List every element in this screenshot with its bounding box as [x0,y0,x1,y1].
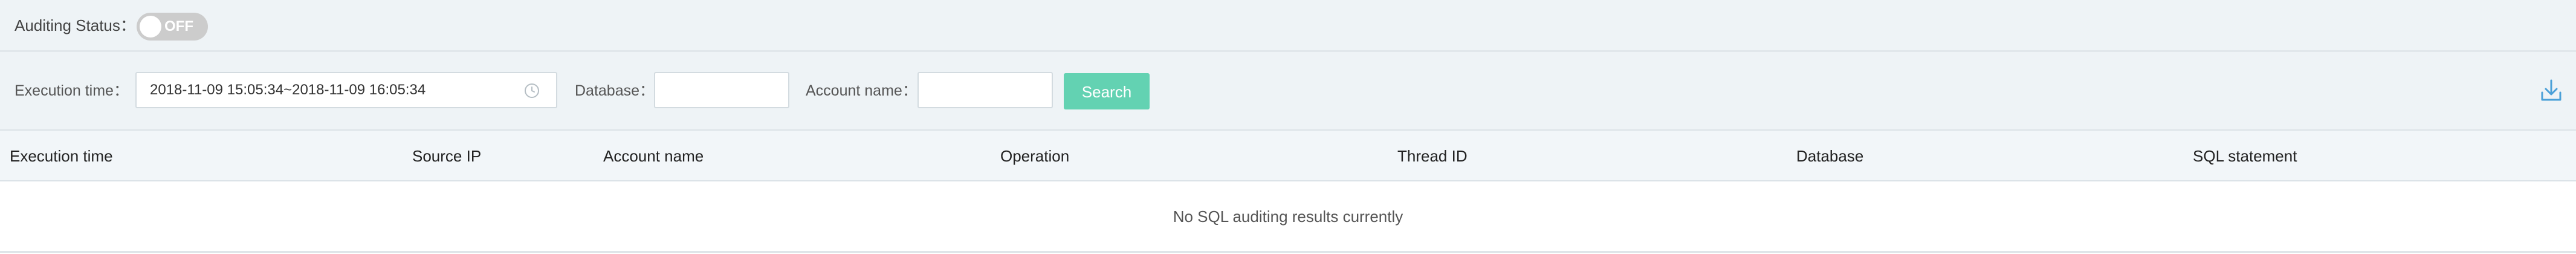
database-label: Database： [575,82,655,99]
download-icon[interactable] [2540,78,2563,102]
search-button[interactable]: Search [1064,73,1150,109]
account-name-input[interactable] [917,72,1053,108]
toggle-knob [140,16,161,37]
execution-time-range-input[interactable]: 2018-11-09 15:05:34~2018-11-09 16:05:34 [135,72,557,108]
results-table-header: Execution time Source IP Account name Op… [0,129,2576,181]
column-header-source-ip: Source IP [412,147,482,165]
column-header-sql-statement: SQL statement [2193,147,2297,165]
database-input[interactable] [654,72,789,108]
results-table-body: No SQL auditing results currently [0,181,2576,253]
filter-bar: Execution time： 2018-11-09 15:05:34~2018… [0,52,2576,129]
auditing-status-toggle[interactable]: OFF [137,13,208,41]
clock-icon[interactable] [524,83,540,99]
account-name-label: Account name： [806,82,917,99]
execution-time-label: Execution time： [15,82,129,99]
column-header-thread-id: Thread ID [1397,147,1468,165]
toggle-state-text: OFF [164,18,193,34]
auditing-status-label: Auditing Status： [15,16,136,34]
column-header-operation: Operation [1000,147,1070,165]
column-header-execution-time: Execution time [10,147,113,165]
column-header-database: Database [1796,147,1864,165]
empty-results-message: No SQL auditing results currently [1173,207,1403,226]
auditing-status-bar: Auditing Status： OFF [0,0,2576,52]
column-header-account-name: Account name [603,147,704,165]
